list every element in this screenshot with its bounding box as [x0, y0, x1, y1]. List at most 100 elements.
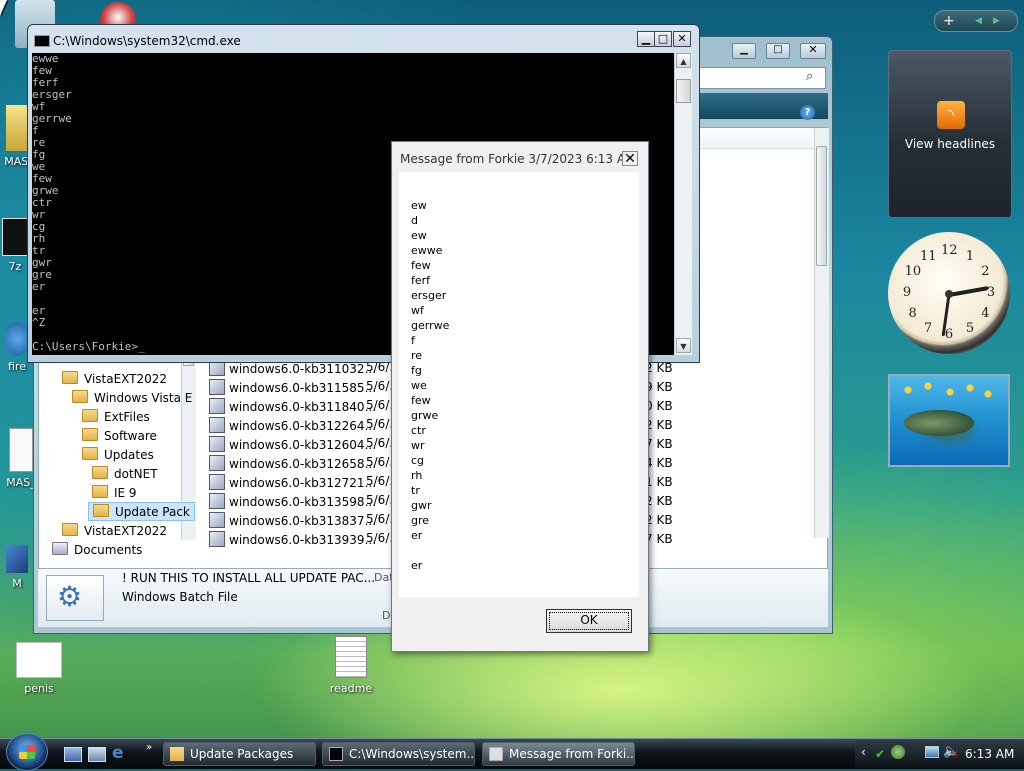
message-dialog[interactable]: Message from Forkie 3/7/2023 6:13 AM ✕ e…: [391, 141, 649, 652]
tree-item-label: ExtFiles: [104, 410, 150, 424]
quick-launch-more-icon[interactable]: »: [146, 742, 152, 753]
file-row[interactable]: windows6.0-kb312264... 5/6/.: [209, 417, 393, 436]
message-line: grwe: [411, 409, 439, 422]
clock-number: 5: [965, 321, 975, 337]
taskbar-button-cmd[interactable]: C:\Windows\system...: [322, 742, 475, 766]
slideshow-gadget[interactable]: [888, 374, 1010, 467]
scroll-down-button[interactable]: ▼: [676, 338, 691, 353]
tree-item-software[interactable]: Software: [82, 428, 157, 443]
mouse-pointer-icon: [0, 0, 13, 16]
cmd-titlebar[interactable]: C:\Windows\system32\cmd.exe ▁ □ ✕: [28, 25, 699, 53]
switch-windows-icon[interactable]: [88, 747, 106, 762]
tree-item-label: Documents: [74, 543, 143, 557]
file-date: 5/6/.: [366, 455, 394, 469]
tree-item-windows-vista[interactable]: Windows Vista E: [72, 390, 192, 405]
file-row[interactable]: windows6.0-kb311840... 5/6/.: [209, 398, 393, 417]
desktop-icon-app[interactable]: [100, 2, 136, 24]
file-size: 7 KB: [645, 532, 673, 546]
previous-icon[interactable]: ◀: [975, 12, 982, 30]
message-line: fg: [411, 364, 422, 377]
file-list-scrollbar[interactable]: [814, 128, 829, 538]
message-line: wf: [411, 304, 424, 317]
close-button[interactable]: ✕: [800, 43, 826, 59]
message-line: ew: [411, 229, 427, 242]
close-button[interactable]: ✕: [622, 151, 638, 166]
windows-logo-icon: [19, 745, 35, 759]
help-icon[interactable]: ?: [800, 105, 815, 120]
file-name: windows6.0-kb313939...: [229, 533, 377, 547]
file-size: 2 KB: [645, 513, 673, 527]
file-row[interactable]: windows6.0-kb313939... 5/6/.: [209, 531, 393, 550]
maximize-button[interactable]: □: [654, 31, 672, 47]
file-row[interactable]: windows6.0-kb313837... 5/6/.: [209, 512, 393, 531]
file-name: windows6.0-kb311840...: [229, 400, 377, 414]
file-row[interactable]: windows6.0-kb311585... 5/6/.: [209, 379, 393, 398]
tree-item-dotnet[interactable]: dotNET: [92, 466, 158, 481]
clock-number: 7: [923, 321, 933, 337]
console-scrollbar[interactable]: ▲ ▼: [674, 53, 692, 355]
clock-number: 2: [981, 264, 990, 279]
message-text: ew d ew ewwe few ferf ersger wf gerrwe f re fg we few…: [411, 198, 449, 573]
tree-item-extfiles[interactable]: ExtFiles: [82, 409, 150, 424]
tree-item-updates[interactable]: Updates: [82, 447, 154, 462]
scroll-thumb[interactable]: [816, 146, 827, 266]
close-button[interactable]: ✕: [673, 31, 691, 47]
tree-item-vistaext2022[interactable]: VistaEXT2022: [62, 371, 167, 386]
desktop-icon-label: MAS_: [6, 476, 36, 489]
file-size: 9 KB: [645, 380, 673, 394]
scroll-thumb[interactable]: [676, 79, 691, 103]
text-file-icon: [335, 636, 367, 678]
message-line: gre: [411, 514, 430, 527]
tree-item-documents[interactable]: Documents: [52, 542, 142, 557]
installer-file-icon: [209, 455, 225, 471]
desktop-icon-readme[interactable]: readme: [316, 636, 386, 695]
minimize-button[interactable]: ▁: [637, 31, 655, 47]
desktop-icon-label: readme: [329, 682, 373, 695]
details-type: Windows Batch File: [122, 590, 238, 604]
cmd-app-icon: [34, 35, 50, 47]
clock-time[interactable]: 6:13 AM: [965, 747, 1014, 761]
folder-icon: [92, 485, 108, 498]
taskbar-button-message[interactable]: Message from Forki...: [482, 742, 635, 766]
security-check-icon[interactable]: ✔: [875, 747, 885, 761]
desktop-icon-label: fire: [8, 360, 26, 373]
message-body: ew d ew ewwe few ferf ersger wf gerrwe f re fg we few…: [399, 172, 639, 597]
next-icon[interactable]: ▶: [993, 12, 1000, 30]
file-row[interactable]: windows6.0-kb312604... 5/6/.: [209, 436, 393, 455]
installer-file-icon: [209, 512, 225, 528]
console-line: ferf: [32, 76, 59, 89]
tree-item-label: Updates: [104, 448, 154, 462]
minimize-button[interactable]: ▁: [732, 43, 756, 59]
message-line: wr: [411, 439, 425, 452]
file-name: windows6.0-kb312721...: [229, 476, 377, 490]
clock-number: 1: [965, 248, 975, 264]
message-line: few: [411, 259, 431, 272]
clock-gadget[interactable]: 12 1 2 3 4 5 6 7 8 9 10 11: [888, 232, 1010, 354]
taskbar-button-update-packages[interactable]: Update Packages: [163, 742, 316, 766]
add-gadget-icon[interactable]: +: [943, 11, 955, 31]
network-icon[interactable]: [925, 746, 939, 758]
start-button[interactable]: [6, 733, 48, 771]
file-row[interactable]: windows6.0-kb312721... 5/6/.: [209, 474, 393, 493]
maximize-button[interactable]: □: [766, 43, 790, 59]
scroll-up-button[interactable]: ▲: [676, 53, 691, 68]
ok-button[interactable]: OK: [546, 609, 632, 633]
search-icon[interactable]: ⌕: [806, 69, 813, 84]
tree-item-update-pack[interactable]: Update Pack: [88, 502, 195, 521]
show-hidden-icons-icon[interactable]: ‹: [861, 745, 866, 759]
internet-explorer-icon[interactable]: e: [112, 745, 124, 762]
cmd-icon: [329, 747, 343, 761]
message-line: rh: [411, 469, 423, 482]
tree-item-ie9[interactable]: IE 9: [92, 485, 137, 500]
feed-headlines-gadget[interactable]: ◝ View headlines: [888, 50, 1012, 218]
file-row[interactable]: windows6.0-kb313598... 5/6/.: [209, 493, 393, 512]
file-date: 5/6/.: [366, 512, 394, 526]
desktop-icon-penis[interactable]: penis: [4, 642, 74, 695]
clock-number: 9: [902, 285, 912, 300]
show-desktop-icon[interactable]: [64, 747, 82, 762]
message-line: cg: [411, 454, 425, 467]
tree-item-vistaext2022-2[interactable]: VistaEXT2022: [62, 523, 167, 538]
image-file-icon: [16, 642, 62, 678]
file-row[interactable]: windows6.0-kb312658... 5/6/.: [209, 455, 393, 474]
people-icon[interactable]: [891, 745, 905, 759]
